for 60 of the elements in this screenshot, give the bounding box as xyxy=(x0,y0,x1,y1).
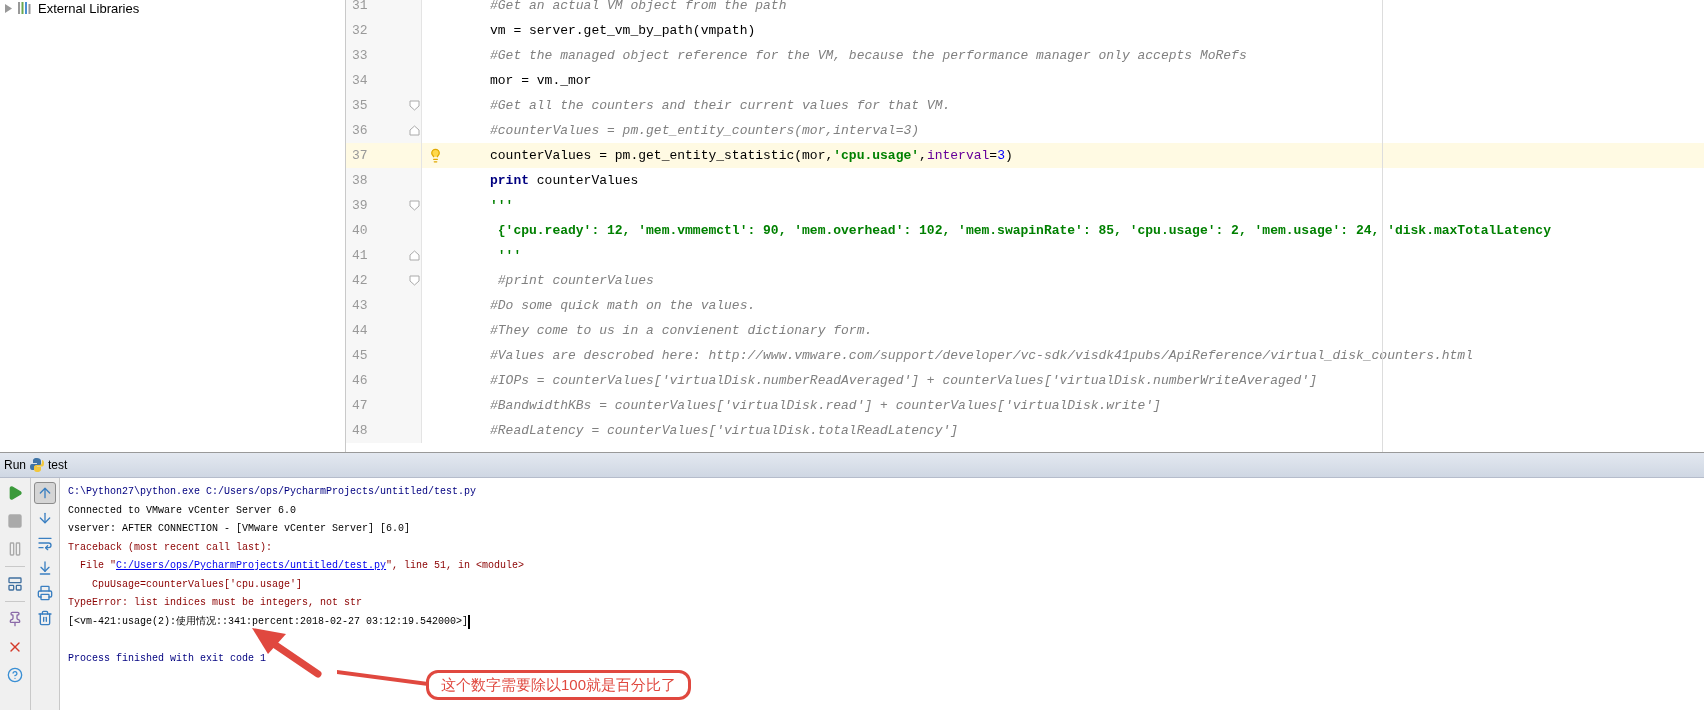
console-line: Traceback (most recent call last): xyxy=(68,540,273,555)
code-line: #Values are descrobed here: http://www.vmware.com/support/developer/vc-sdk/visdk41pubs/ApiReference/virtual_disk_counters.html xyxy=(490,348,1473,363)
line-number: 43 xyxy=(351,298,369,313)
panel-title: Run xyxy=(4,458,26,472)
code-line: counterValues = pm.get_entity_statistic(mor,'cpu.usage',interval=3) xyxy=(490,148,1013,163)
console-line: vserver: AFTER CONNECTION - [VMware vCenter Server] [6.0] xyxy=(68,522,411,536)
annotation-callout: 这个数字需要除以100就是百分比了 xyxy=(426,670,692,700)
line-number: 32 xyxy=(351,23,369,38)
run-config-name[interactable]: test xyxy=(48,458,68,472)
traceback-line: File "C:/Users/ops/PycharmProjects/untitled/test.py", line 51, in <module> xyxy=(79,559,525,573)
code-line: {'cpu.ready': 12, 'mem.vmmemctl': 90, 'mem.overhead': 102, 'mem.swapinRate': 85, 'cpu.usage': 2, 'mem.usage': 24, 'disk.maxTotalLatency xyxy=(496,223,1551,238)
line-number: 36 xyxy=(351,123,369,138)
line-number: 47 xyxy=(351,398,369,413)
fold-marker-icon[interactable] xyxy=(409,275,420,286)
console-line: Process finished with exit code 1 xyxy=(68,651,267,666)
code-line: #BandwidthKBs = counterValues['virtualDisk.read'] + counterValues['virtualDisk.write'] xyxy=(490,398,1161,413)
console-line: CpuUsage=counterValues['cpu.usage'] xyxy=(91,577,303,592)
code-line: #Do some quick math on the values. xyxy=(490,298,756,313)
console-line: C:\Python27\python.exe C:/Users/ops/PycharmProjects/untitled/test.py xyxy=(68,485,477,499)
console-line: TypeError: list indices must be integers, not str xyxy=(68,596,363,610)
library-icon xyxy=(18,2,32,14)
code-line: #Get the managed object reference for the VM, because the performance manager only accepts MoRefs xyxy=(490,48,1247,63)
line-number: 35 xyxy=(351,98,369,113)
code-line: ''' xyxy=(496,248,522,263)
line-number: 45 xyxy=(351,348,369,363)
line-number: 44 xyxy=(351,323,369,338)
console-line: [<vm-421:usage(2):使用情况::341:percent:2018-02-27 03:12:19.542000>] xyxy=(68,614,469,629)
fold-marker-icon[interactable] xyxy=(409,200,420,211)
tree-item-label[interactable]: External Libraries xyxy=(38,0,140,16)
line-number: 37 xyxy=(351,148,369,163)
lightbulb-icon[interactable] xyxy=(428,148,443,163)
code-line: #print counterValues xyxy=(496,273,654,288)
code-line: #Get an actual VM object from the path xyxy=(490,0,787,13)
line-number: 34 xyxy=(351,73,369,88)
line-number: 41 xyxy=(351,248,369,263)
line-number: 40 xyxy=(351,223,369,238)
code-line: #Get all the counters and their current values for that VM. xyxy=(490,98,951,113)
fold-marker-icon[interactable] xyxy=(409,125,420,136)
code-line: vm = server.get_vm_by_path(vmpath) xyxy=(490,23,756,38)
line-number: 31 xyxy=(351,0,369,13)
line-number: 38 xyxy=(351,173,369,188)
code-line: mor = vm._mor xyxy=(490,73,592,88)
code-line: #counterValues = pm.get_entity_counters(mor,interval=3) xyxy=(490,123,920,138)
python-logo-icon xyxy=(30,458,44,472)
fold-marker-icon[interactable] xyxy=(409,100,420,111)
code-line: #IOPs = counterValues['virtualDisk.numberReadAveraged'] + counterValues['virtualDisk.numberWriteAveraged'] xyxy=(490,373,1317,388)
console-line: Connected to VMware vCenter Server 6.0 xyxy=(68,503,297,518)
code-line: #They come to us in a convienent dictionary form. xyxy=(490,323,873,338)
annotation-arrow xyxy=(252,628,322,678)
file-link[interactable]: C:/Users/ops/PycharmProjects/untitled/test.py xyxy=(116,560,387,571)
code-line: #ReadLatency = counterValues['virtualDisk.totalReadLatency'] xyxy=(490,423,959,438)
expand-triangle-icon[interactable] xyxy=(4,3,12,13)
line-number: 33 xyxy=(351,48,369,63)
line-number: 46 xyxy=(351,373,369,388)
fold-marker-icon[interactable] xyxy=(409,250,420,261)
line-number: 42 xyxy=(351,273,369,288)
code-line: print counterValues xyxy=(490,173,639,188)
line-number: 48 xyxy=(351,423,369,438)
line-number: 39 xyxy=(351,198,369,213)
code-line: ''' xyxy=(490,198,514,213)
